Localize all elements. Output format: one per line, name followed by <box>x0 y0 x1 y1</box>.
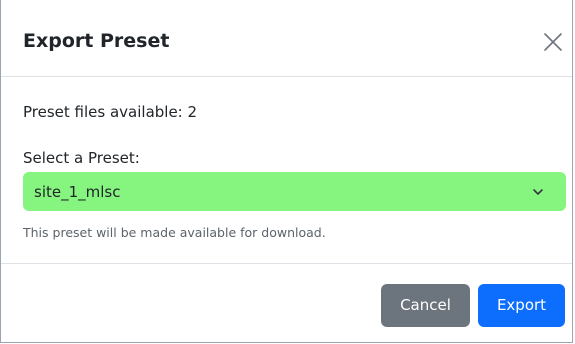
preset-select-value: site_1_mlsc <box>34 183 121 201</box>
preset-select-label: Select a Preset: <box>23 149 140 167</box>
close-button[interactable] <box>542 31 564 53</box>
export-button[interactable]: Export <box>478 284 565 327</box>
close-icon <box>544 33 562 51</box>
dialog-footer: Cancel Export <box>1 264 572 343</box>
dialog-header: Export Preset <box>1 0 572 77</box>
preset-select[interactable]: site_1_mlsc <box>23 172 566 211</box>
preset-help-text: This preset will be made available for d… <box>23 225 326 240</box>
chevron-down-icon <box>533 189 543 195</box>
dialog-title: Export Preset <box>23 30 170 52</box>
cancel-button[interactable]: Cancel <box>381 284 470 327</box>
dialog-body: Preset files available: 2 Select a Prese… <box>1 77 572 264</box>
preset-count-text: Preset files available: 2 <box>23 103 198 121</box>
export-preset-dialog: Export Preset Preset files available: 2 … <box>0 0 573 343</box>
